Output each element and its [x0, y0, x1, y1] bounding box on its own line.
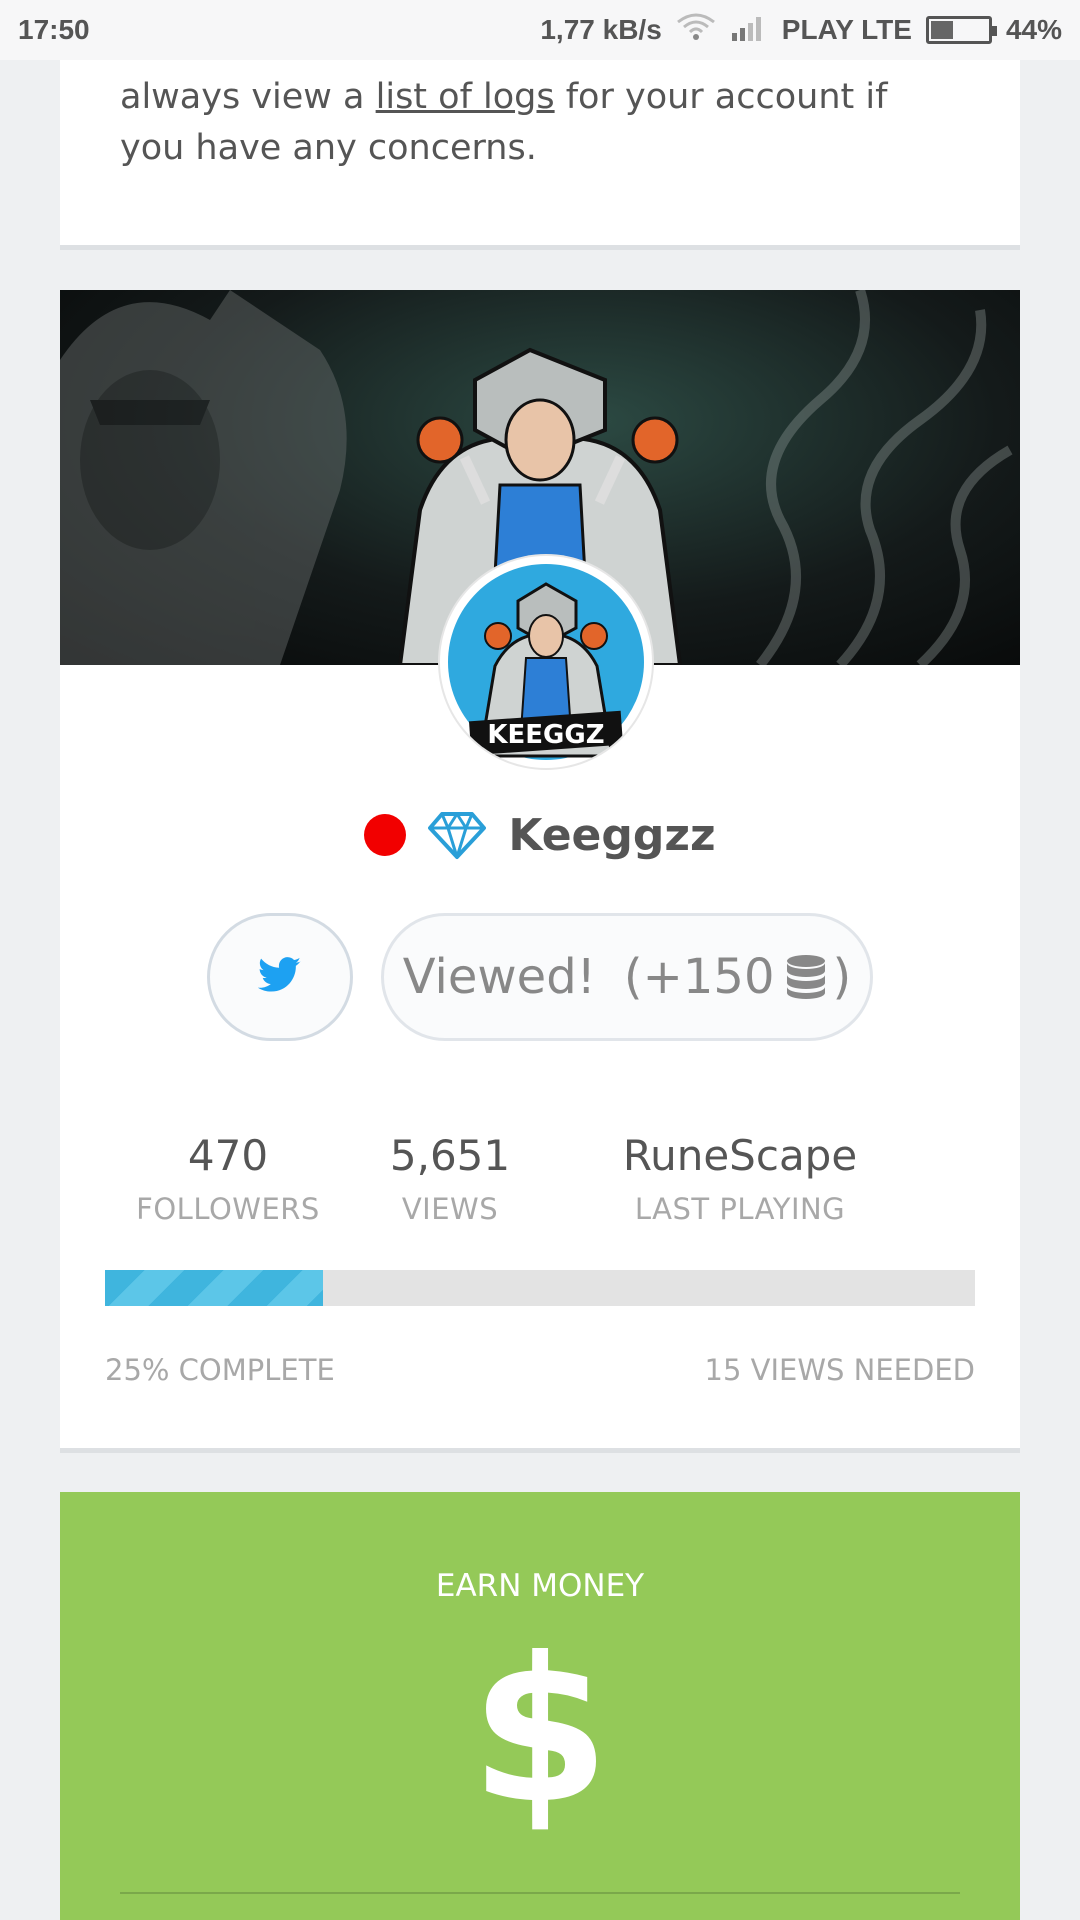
profile-card: KEEGGZ Keeggzz Viewed! (+150) 470 FOLLO…	[60, 290, 1020, 1453]
followers-stat: 470 FOLLOWERS	[128, 1130, 328, 1226]
diamond-icon	[428, 810, 487, 860]
username-row: Keeggzz	[60, 795, 1020, 875]
earn-divider	[120, 1892, 960, 1894]
action-buttons: Viewed! (+150 )	[60, 913, 1020, 1041]
twitter-icon	[257, 957, 302, 997]
battery-icon	[925, 16, 997, 44]
progress-needed-label: 15 VIEWS NEEDED	[704, 1353, 975, 1387]
views-progress-bar	[105, 1270, 975, 1306]
avatar-image: KEEGGZ	[448, 564, 644, 760]
battery-percent: 44%	[1005, 14, 1062, 45]
wifi-icon	[676, 12, 716, 49]
twitter-button[interactable]	[207, 913, 353, 1041]
earn-money-card[interactable]: EARN MONEY $	[60, 1492, 1020, 1920]
progress-complete-label: 25% COMPLETE	[105, 1353, 335, 1387]
carrier-label: PLAY LTE	[781, 14, 912, 45]
viewed-label: Viewed!	[402, 949, 596, 1005]
avatar-logo-text: KEEGGZ	[487, 720, 604, 750]
reward-amount: (+150	[623, 949, 775, 1005]
views-label: VIEWS	[401, 1192, 499, 1226]
earn-money-title: EARN MONEY	[435, 1568, 645, 1604]
followers-label: FOLLOWERS	[136, 1192, 320, 1226]
status-right: 1,77 kB/s PLAY LTE 44%	[540, 12, 1062, 49]
status-time: 17:50	[18, 14, 90, 45]
viewed-reward-button[interactable]: Viewed! (+150 )	[381, 913, 873, 1041]
logs-info-card: always view a list of logs for your acco…	[60, 60, 1020, 250]
network-speed: 1,77 kB/s	[540, 14, 662, 45]
reward-close: )	[832, 949, 852, 1005]
logs-info-text: always view a list of logs for your acco…	[120, 72, 960, 174]
signal-icon	[730, 13, 768, 48]
live-status-dot	[364, 814, 407, 856]
views-stat: 5,651 VIEWS	[370, 1130, 530, 1226]
views-count: 5,651	[389, 1131, 511, 1180]
dollar-icon: $	[470, 1615, 610, 1848]
list-of-logs-link[interactable]: list of logs	[376, 77, 555, 117]
avatar[interactable]: KEEGGZ	[440, 556, 652, 768]
profile-stats: 470 FOLLOWERS 5,651 VIEWS RuneScape LAST…	[60, 1130, 1020, 1230]
username[interactable]: Keeggzz	[508, 810, 715, 861]
last-playing-stat: RuneScape LAST PLAYING	[620, 1130, 860, 1226]
status-bar: 17:50 1,77 kB/s PLAY LTE 44%	[0, 0, 1080, 60]
battery-fill	[930, 21, 954, 39]
coins-icon	[784, 953, 828, 1001]
followers-count: 470	[187, 1131, 269, 1180]
last-playing-game[interactable]: RuneScape	[620, 1130, 860, 1182]
logs-text-before: always view a	[120, 77, 376, 117]
last-playing-label: LAST PLAYING	[634, 1192, 846, 1226]
views-progress-fill	[105, 1270, 323, 1306]
